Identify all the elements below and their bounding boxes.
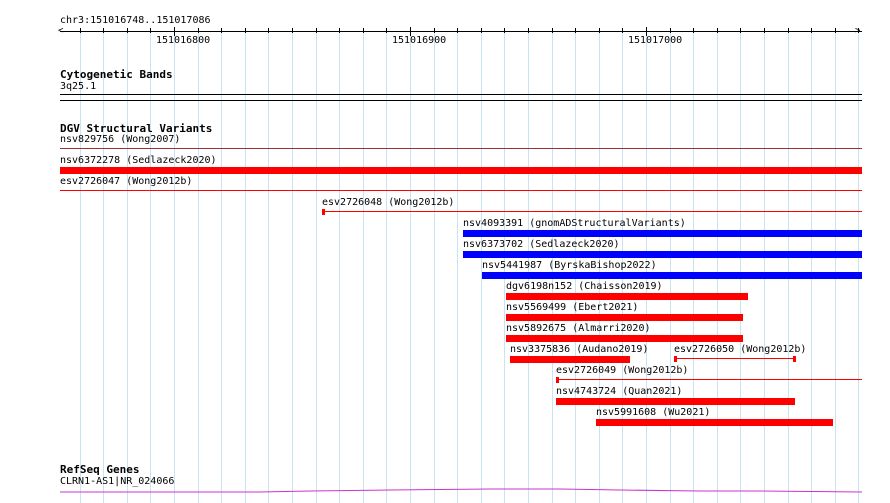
variant-endcap	[322, 209, 325, 215]
variant-feature[interactable]	[506, 293, 748, 300]
feature-label: nsv4093391 (gnomADStructuralVariants)	[463, 218, 686, 229]
variant-feature[interactable]	[674, 358, 796, 359]
feature-label: nsv5991608 (Wu2021)	[596, 407, 711, 418]
variant-endcap	[793, 356, 796, 362]
ruler-tick-label: 151017000	[628, 35, 683, 46]
ruler-tick	[103, 28, 104, 33]
ruler-axis	[60, 31, 862, 32]
ruler-tick	[221, 28, 222, 33]
ruler-tick	[245, 28, 246, 33]
ruler-tick	[316, 28, 317, 33]
ruler-tick	[717, 28, 718, 33]
ruler-tick	[764, 28, 765, 33]
cytoband-label: 3q25.1	[60, 81, 97, 92]
ruler-tick	[811, 28, 812, 33]
feature-label: nsv6373702 (Sedlazeck2020)	[463, 239, 620, 250]
variant-feature[interactable]	[510, 356, 630, 363]
ruler-tick	[80, 28, 81, 33]
variant-feature[interactable]	[463, 251, 862, 258]
variant-feature[interactable]	[506, 314, 743, 321]
ruler-tick	[481, 28, 482, 33]
ruler-tick	[386, 28, 387, 33]
ruler-tick	[788, 28, 789, 33]
feature-label: nsv829756 (Wong2007)	[60, 134, 181, 145]
ruler-tick	[292, 28, 293, 33]
feature-label: esv2726049 (Wong2012b)	[556, 365, 689, 376]
ruler-tick	[268, 28, 269, 33]
feature-label: nsv4743724 (Quan2021)	[556, 386, 683, 397]
feature-label: nsv3375836 (Audano2019)	[510, 344, 649, 355]
variant-feature[interactable]	[556, 398, 795, 405]
variant-feature[interactable]	[556, 379, 862, 380]
ruler-tick	[575, 28, 576, 33]
variant-feature[interactable]	[60, 148, 862, 149]
cytobands-track-title[interactable]: Cytogenetic Bands	[60, 68, 173, 81]
variant-feature[interactable]	[482, 272, 862, 279]
feature-label: esv2726050 (Wong2012b)	[674, 344, 807, 355]
variant-feature[interactable]	[60, 167, 862, 174]
cytoband-bar-top	[60, 94, 862, 95]
ruler-tick	[622, 28, 623, 33]
feature-label: nsv5892675 (Almarri2020)	[506, 323, 651, 334]
ruler-tick	[198, 28, 199, 33]
variant-feature[interactable]	[322, 211, 862, 212]
locus-label: chr3:151016748..151017086	[60, 15, 211, 26]
ruler-tick	[693, 28, 694, 33]
ruler-tick-label: 151016800	[156, 35, 211, 46]
variant-feature[interactable]	[463, 230, 862, 237]
refseq-track-title[interactable]: RefSeq Genes	[60, 463, 139, 476]
ruler-tick	[457, 28, 458, 33]
ruler-tick	[740, 28, 741, 33]
genome-browser-view: chr3:151016748..151017086 < > 151016800 …	[0, 0, 890, 503]
variant-feature[interactable]	[60, 190, 862, 191]
gene-coverage-line[interactable]	[60, 484, 862, 496]
ruler-tick	[670, 28, 671, 33]
gene-coverage-path	[60, 488, 862, 493]
ruler-tick	[363, 28, 364, 33]
ruler-tick	[528, 28, 529, 33]
feature-label: esv2726048 (Wong2012b)	[322, 197, 455, 208]
variant-feature[interactable]	[596, 419, 833, 426]
ruler-tick	[599, 28, 600, 33]
ruler-tick	[150, 28, 151, 33]
ruler-tick	[434, 28, 435, 33]
ruler-tick	[858, 28, 859, 33]
ruler-tick-label: 151016900	[392, 35, 447, 46]
feature-label: esv2726047 (Wong2012b)	[60, 176, 193, 187]
feature-label: dgv6198n152 (Chaisson2019)	[506, 281, 663, 292]
variant-feature[interactable]	[506, 335, 743, 342]
ruler-tick	[552, 28, 553, 33]
variant-endcap	[674, 356, 677, 362]
feature-label: nsv6372278 (Sedlazeck2020)	[60, 155, 217, 166]
ruler-tick	[339, 28, 340, 33]
cytoband-bar-bottom	[60, 100, 862, 101]
ruler-tick	[127, 28, 128, 33]
feature-label: nsv5569499 (Ebert2021)	[506, 302, 639, 313]
ruler-tick	[835, 28, 836, 33]
variant-endcap	[556, 377, 559, 383]
feature-label: nsv5441987 (ByrskaBishop2022)	[482, 260, 657, 271]
ruler-tick	[504, 28, 505, 33]
